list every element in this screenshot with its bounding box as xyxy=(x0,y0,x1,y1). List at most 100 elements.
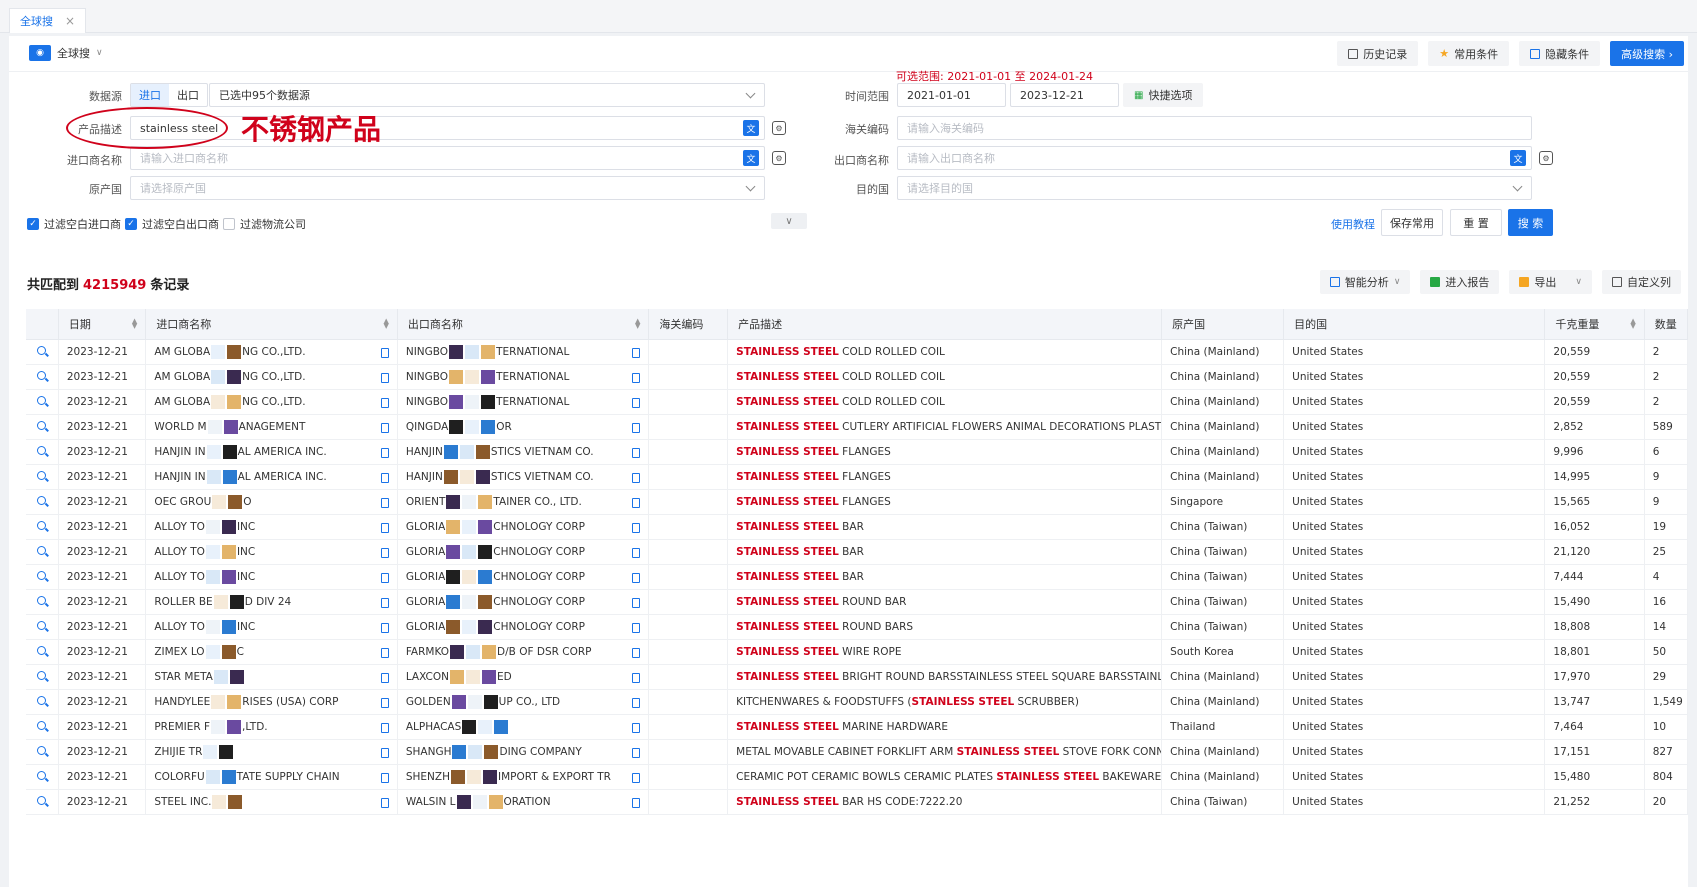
magnifier-icon[interactable] xyxy=(37,595,47,605)
magnifier-icon[interactable] xyxy=(37,645,47,655)
importer-cell[interactable]: AM GLOBA NG CO.,LTD. xyxy=(145,364,398,390)
importer-cell[interactable]: ALLOY TO INC xyxy=(145,614,398,640)
importer-cell[interactable]: AM GLOBA NG CO.,LTD. xyxy=(145,339,398,365)
close-icon[interactable]: × xyxy=(65,14,75,28)
filter-logistics[interactable]: 过滤物流公司 xyxy=(223,216,306,232)
importer-cell[interactable]: ZHIJIE TR xyxy=(145,739,398,765)
table-row[interactable]: 2023-12-21 PREMIER F ,LTD. ALPHACAS STAINLES… xyxy=(26,714,1689,740)
table-row[interactable]: 2023-12-21 HANDYLEE RISES (USA) CORP GOLDEN… xyxy=(26,689,1689,715)
importer-cell[interactable]: ROLLER BE D DIV 24 xyxy=(145,589,398,615)
copy-icon[interactable] xyxy=(380,422,389,433)
magnifier-icon[interactable] xyxy=(37,720,47,730)
magnifier-icon[interactable] xyxy=(37,420,47,430)
exporter-cell[interactable]: FARMKO D/B OF DSR CORP xyxy=(397,639,650,665)
copy-icon[interactable] xyxy=(380,497,389,508)
view-detail-cell[interactable] xyxy=(26,514,59,540)
magnifier-icon[interactable] xyxy=(37,620,47,630)
translate-icon[interactable]: 文 xyxy=(743,120,759,136)
magnifier-icon[interactable] xyxy=(37,795,47,805)
copy-icon[interactable] xyxy=(380,472,389,483)
advanced-search-button[interactable]: 高级搜索 › xyxy=(1610,41,1684,66)
copy-icon[interactable] xyxy=(380,547,389,558)
table-row[interactable]: 2023-12-21 STAR META LAXCON ED STAINLESS STE… xyxy=(26,664,1689,690)
copy-icon[interactable] xyxy=(632,372,641,383)
view-detail-cell[interactable] xyxy=(26,764,59,790)
exporter-cell[interactable]: ORIENT TAINER CO., LTD. xyxy=(397,489,650,515)
view-detail-cell[interactable] xyxy=(26,564,59,590)
exporter-cell[interactable]: HANJIN STICS VIETNAM CO. xyxy=(397,464,650,490)
magnifier-icon[interactable] xyxy=(37,445,47,455)
filter-blank-importer[interactable]: ✓ 过滤空白进口商 xyxy=(27,216,121,232)
sort-icon[interactable]: ▲ ▼ xyxy=(132,318,137,330)
importer-cell[interactable]: HANDYLEE RISES (USA) CORP xyxy=(145,689,398,715)
table-row[interactable]: 2023-12-21 ALLOY TO INC GLORIA CHNOLOGY CORP… xyxy=(26,614,1689,640)
copy-icon[interactable] xyxy=(632,547,641,558)
view-detail-cell[interactable] xyxy=(26,689,59,715)
copy-icon[interactable] xyxy=(380,672,389,683)
importer-cell[interactable]: HANJIN IN AL AMERICA INC. xyxy=(145,464,398,490)
exporter-cell[interactable]: GLORIA CHNOLOGY CORP xyxy=(397,514,650,540)
copy-icon[interactable] xyxy=(380,747,389,758)
importer-cell[interactable]: STAR META xyxy=(145,664,398,690)
view-detail-cell[interactable] xyxy=(26,339,59,365)
copy-icon[interactable] xyxy=(632,647,641,658)
origin-select[interactable]: 请选择原产国 xyxy=(130,176,765,200)
report-button[interactable]: 进入报告 xyxy=(1420,270,1500,294)
view-detail-cell[interactable] xyxy=(26,739,59,765)
data-source-select[interactable]: 已选中95个数据源 xyxy=(209,83,765,107)
copy-icon[interactable] xyxy=(632,522,641,533)
exporter-cell[interactable]: HANJIN STICS VIETNAM CO. xyxy=(397,439,650,465)
collapse-toggle[interactable]: ∨ xyxy=(771,213,807,229)
table-row[interactable]: 2023-12-21 STEEL INC. WALSIN L ORATION STAIN… xyxy=(26,789,1689,815)
view-detail-cell[interactable] xyxy=(26,389,59,415)
copy-icon[interactable] xyxy=(380,347,389,358)
copy-icon[interactable] xyxy=(632,347,641,358)
view-detail-cell[interactable] xyxy=(26,539,59,565)
magnifier-icon[interactable] xyxy=(37,770,47,780)
translate-icon[interactable]: 文 xyxy=(1510,150,1526,166)
col-date[interactable]: 日期 ▲ ▼ xyxy=(58,309,147,340)
table-row[interactable]: 2023-12-21 ALLOY TO INC GLORIA CHNOLOGY CORP… xyxy=(26,514,1689,540)
magnifier-icon[interactable] xyxy=(37,520,47,530)
settings-icon[interactable]: ⚙ xyxy=(1539,151,1553,165)
exporter-cell[interactable]: GLORIA CHNOLOGY CORP xyxy=(397,564,650,590)
view-detail-cell[interactable] xyxy=(26,464,59,490)
date-end-input[interactable]: 2023-12-21 xyxy=(1010,83,1119,107)
exporter-cell[interactable]: GLORIA CHNOLOGY CORP xyxy=(397,589,650,615)
importer-input[interactable]: 请输入进口商名称 xyxy=(130,146,765,170)
table-row[interactable]: 2023-12-21 HANJIN IN AL AMERICA INC. HANJIN… xyxy=(26,439,1689,465)
date-start-input[interactable]: 2021-01-01 xyxy=(897,83,1006,107)
exporter-cell[interactable]: WALSIN L ORATION xyxy=(397,789,650,815)
copy-icon[interactable] xyxy=(632,422,641,433)
copy-icon[interactable] xyxy=(380,622,389,633)
view-detail-cell[interactable] xyxy=(26,714,59,740)
custom-columns-button[interactable]: 自定义列 xyxy=(1602,270,1681,294)
table-row[interactable]: 2023-12-21 ROLLER BE D DIV 24 GLORIA CHNOLOG… xyxy=(26,589,1689,615)
reset-button[interactable]: 重 置 xyxy=(1450,209,1502,236)
table-row[interactable]: 2023-12-21 ZIMEX LO C FARMKO D/B OF DSR CORP… xyxy=(26,639,1689,665)
exporter-cell[interactable]: GLORIA CHNOLOGY CORP xyxy=(397,614,650,640)
copy-icon[interactable] xyxy=(632,797,641,808)
magnifier-icon[interactable] xyxy=(37,570,47,580)
table-row[interactable]: 2023-12-21 ALLOY TO INC GLORIA CHNOLOGY CORP… xyxy=(26,539,1689,565)
copy-icon[interactable] xyxy=(632,772,641,783)
copy-icon[interactable] xyxy=(380,397,389,408)
dest-select[interactable]: 请选择目的国 xyxy=(897,176,1532,200)
export-option[interactable]: 出口 xyxy=(169,84,207,106)
magnifier-icon[interactable] xyxy=(37,745,47,755)
filter-blank-exporter[interactable]: ✓ 过滤空白出口商 xyxy=(125,216,219,232)
importer-cell[interactable]: COLORFU TATE SUPPLY CHAIN xyxy=(145,764,398,790)
importer-cell[interactable]: OEC GROU O xyxy=(145,489,398,515)
exporter-cell[interactable]: NINGBO TERNATIONAL xyxy=(397,339,650,365)
exporter-cell[interactable]: LAXCON ED xyxy=(397,664,650,690)
copy-icon[interactable] xyxy=(380,447,389,458)
exporter-cell[interactable]: GLORIA CHNOLOGY CORP xyxy=(397,539,650,565)
import-export-toggle[interactable]: 进口 出口 xyxy=(130,83,208,107)
col-weight[interactable]: 千克重量 ▲ ▼ xyxy=(1544,309,1645,340)
copy-icon[interactable] xyxy=(632,447,641,458)
magnifier-icon[interactable] xyxy=(37,670,47,680)
hide-conditions-button[interactable]: 隐藏条件 xyxy=(1519,41,1601,66)
exporter-cell[interactable]: SHANGH DING COMPANY xyxy=(397,739,650,765)
exporter-cell[interactable]: SHENZH IMPORT & EXPORT TR xyxy=(397,764,650,790)
export-button[interactable]: 导出 ∨ xyxy=(1509,270,1592,294)
